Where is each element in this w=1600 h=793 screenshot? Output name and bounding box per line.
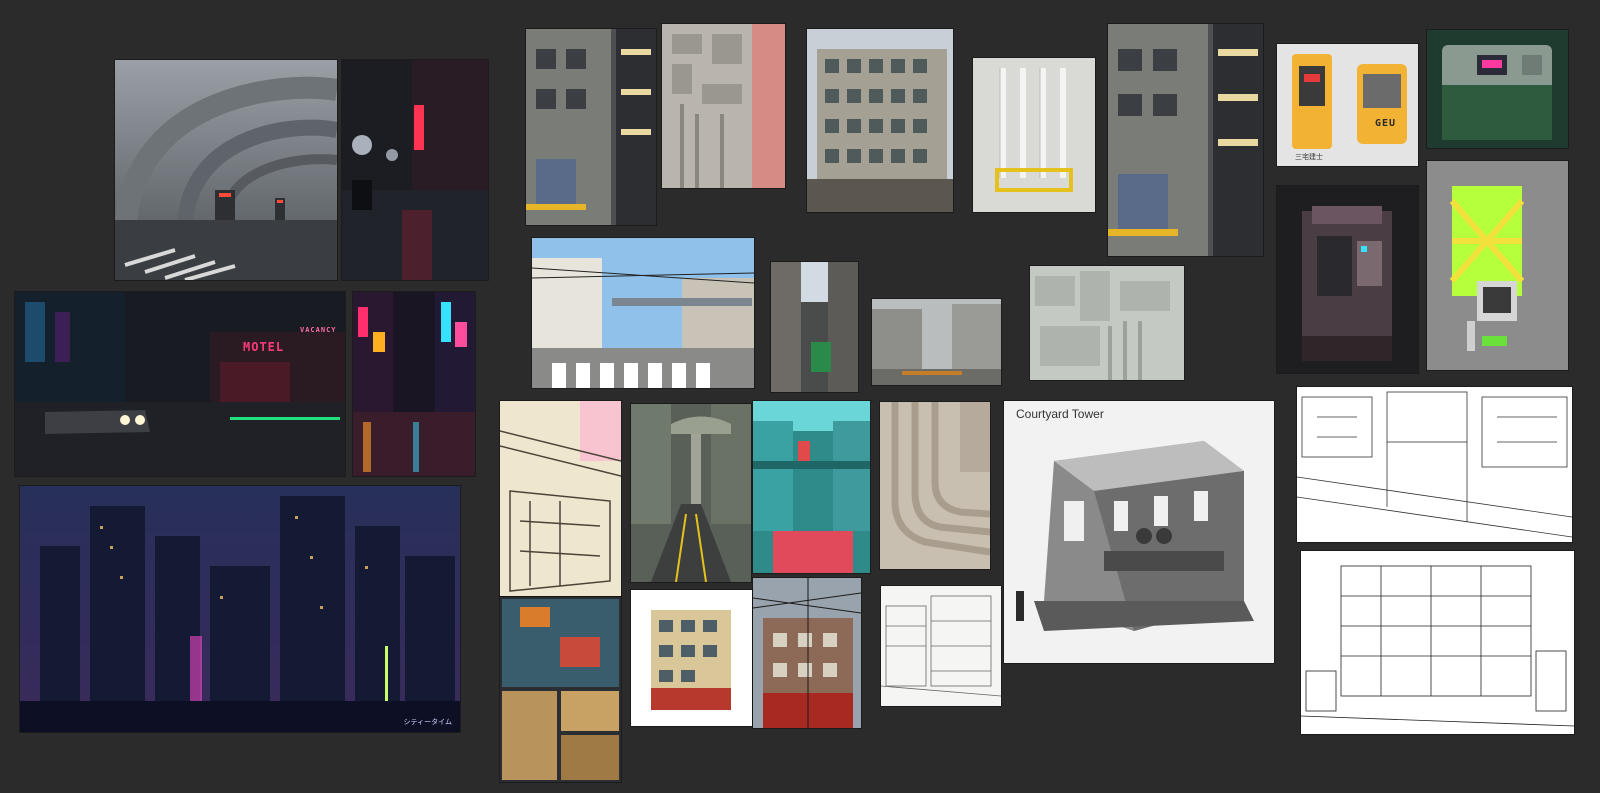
rainy-street-illustration — [342, 60, 488, 280]
pipes-wall-render[interactable] — [662, 24, 785, 188]
dark-kiosk-illustration — [1277, 186, 1418, 373]
neon-street-illustration — [353, 292, 475, 476]
alley-building-illustration — [526, 29, 656, 225]
corner-building-render[interactable] — [631, 590, 752, 726]
courtyard-tower-render[interactable]: Courtyard Tower — [1004, 401, 1274, 663]
green-kiosk-render[interactable] — [1427, 30, 1568, 148]
motel-sign: MOTEL — [243, 340, 285, 354]
line-art-plaza-2[interactable] — [1301, 551, 1574, 734]
comic-sketch-illustration — [500, 401, 621, 596]
plaza-lineart-illustration — [1297, 387, 1572, 542]
apartment-block-photo[interactable] — [807, 29, 953, 212]
crosswalk-illustration — [532, 238, 754, 388]
vacancy-sign: VACANCY — [300, 326, 337, 334]
teal-street-illustration — [753, 401, 870, 573]
building-alley-photo-1[interactable] — [526, 29, 656, 225]
highway-road-illustration — [631, 404, 751, 582]
line-sketch-illustration — [881, 586, 1001, 706]
neon-shopping-street-photo[interactable] — [353, 292, 475, 476]
kiosk-logo: GEU — [1375, 118, 1397, 129]
narrow-alley-photo[interactable] — [771, 262, 858, 392]
overpass-illustration — [115, 60, 337, 280]
building-lineart-illustration — [1301, 551, 1574, 734]
skyline-illustration — [20, 486, 460, 732]
yellow-kiosk-illustration — [1277, 44, 1418, 166]
beige-pipes-wall-photo[interactable] — [880, 402, 990, 569]
wired-corner-building-photo[interactable] — [753, 578, 861, 728]
rainy-street-neon-photo[interactable] — [342, 60, 488, 280]
comic-street-sketch[interactable] — [500, 401, 621, 596]
taped-kiosk-illustration — [1427, 161, 1568, 370]
teal-street-photo[interactable] — [753, 401, 870, 573]
motel-illustration — [15, 292, 345, 476]
courtyard-tower-illustration — [1004, 401, 1274, 663]
dark-kiosk-render[interactable] — [1277, 186, 1418, 373]
comic-panels-illustration — [500, 597, 621, 782]
wired-building-illustration — [753, 578, 861, 728]
narrow-alley-illustration — [771, 262, 858, 392]
kiosk-caption: 三宅建士 — [1295, 153, 1323, 161]
pipes-machinery-render[interactable] — [1030, 266, 1184, 380]
wall-pipes-illustration — [973, 58, 1095, 212]
wall-pipes-yellow-rail-photo[interactable] — [973, 58, 1095, 212]
motel-night-scene-photo[interactable]: MOTEL VACANCY — [15, 292, 345, 476]
industrial-street-render[interactable] — [872, 299, 1001, 385]
green-kiosk-illustration — [1427, 30, 1568, 148]
line-art-plaza-1[interactable] — [1297, 387, 1572, 542]
alley-building-illustration-2 — [1108, 24, 1263, 256]
elevated-highway-road-photo[interactable] — [631, 404, 751, 582]
line-art-street-sketch[interactable] — [881, 586, 1001, 706]
crosswalk-street-photo[interactable] — [532, 238, 754, 388]
building-alley-photo-2[interactable] — [1108, 24, 1263, 256]
apartment-illustration — [807, 29, 953, 212]
artist-signature: シティータイム — [403, 718, 452, 726]
industrial-street-illustration — [872, 299, 1001, 385]
comic-panels-page[interactable] — [500, 597, 621, 782]
pipes-machinery-illustration — [1030, 266, 1184, 380]
yellow-kiosk-concept[interactable]: GEU 三宅建士 — [1277, 44, 1418, 166]
courtyard-tower-caption: Courtyard Tower — [1016, 407, 1104, 421]
pipes-wall-illustration — [662, 24, 785, 188]
taped-kiosk-render[interactable] — [1427, 161, 1568, 370]
corner-building-illustration — [631, 590, 752, 726]
foggy-overpass-photo[interactable] — [115, 60, 337, 280]
skyline-night-painting[interactable]: シティータイム — [20, 486, 460, 732]
beige-pipes-illustration — [880, 402, 990, 569]
